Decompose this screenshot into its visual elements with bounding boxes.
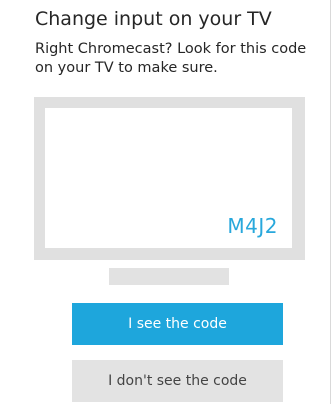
dialog-title: Change input on your TV bbox=[35, 8, 272, 30]
tv-illustration: M4J2 bbox=[34, 97, 305, 260]
dialog-subtitle: Right Chromecast? Look for this code on … bbox=[35, 41, 307, 76]
tv-screen-area: M4J2 bbox=[45, 108, 292, 248]
i-see-the-code-button[interactable]: I see the code bbox=[72, 303, 283, 345]
tv-stand bbox=[109, 268, 229, 285]
change-input-dialog: Change input on your TV Right Chromecast… bbox=[0, 0, 331, 404]
i-dont-see-the-code-button[interactable]: I don't see the code bbox=[72, 360, 283, 402]
tv-code: M4J2 bbox=[227, 214, 278, 238]
